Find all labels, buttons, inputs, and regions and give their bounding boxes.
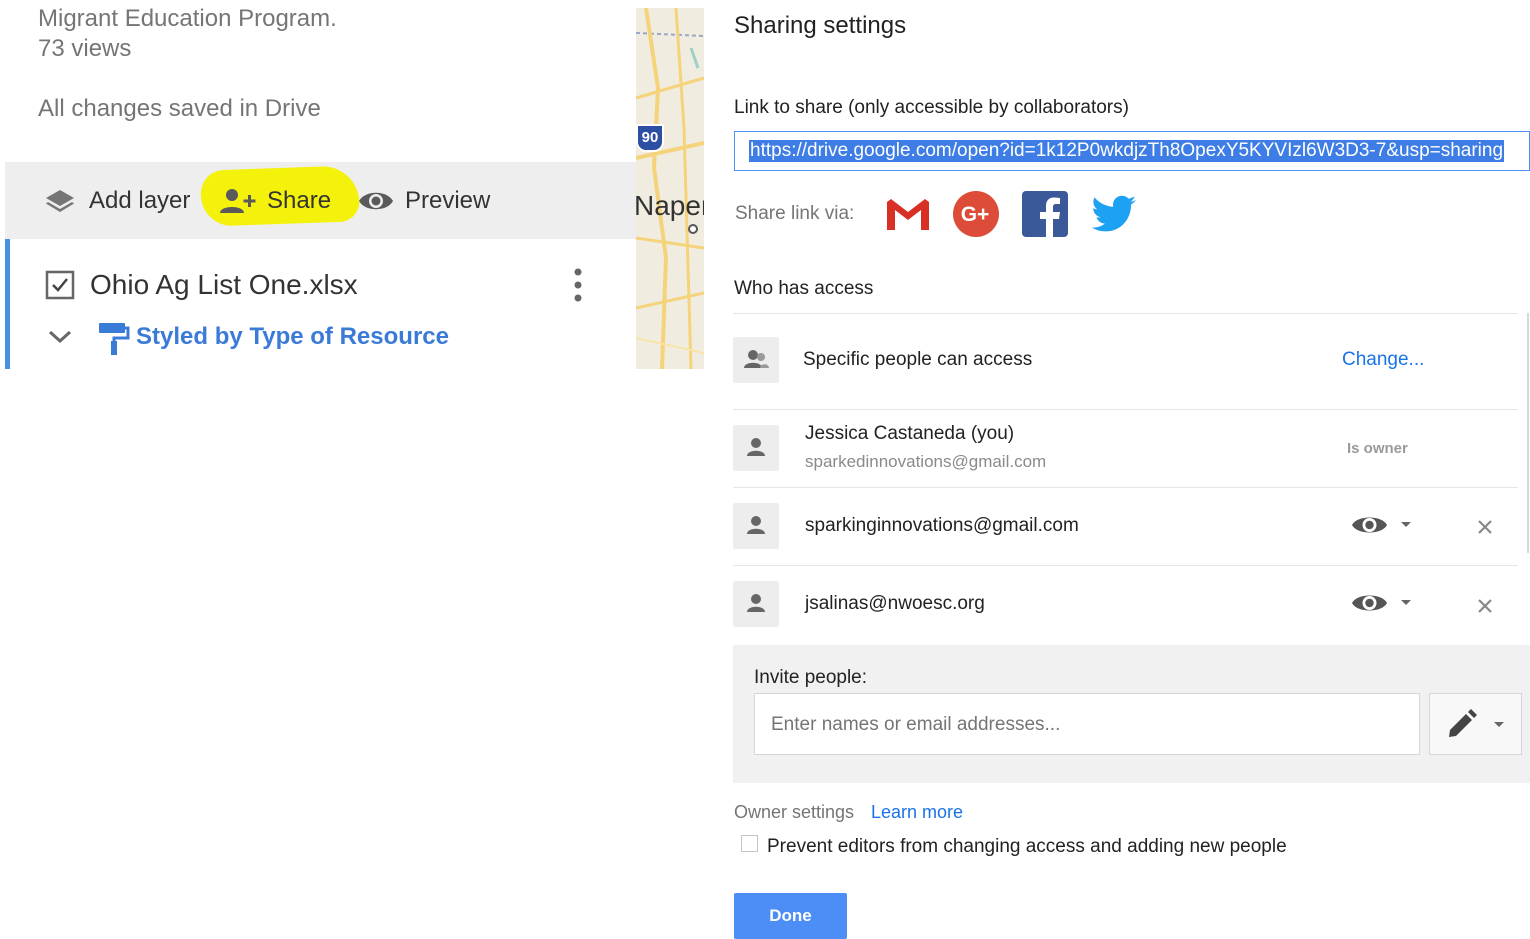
map-toolbar: Add layer Share Preview <box>5 162 636 239</box>
layers-icon <box>46 189 74 212</box>
person-email: sparkinginnovations@gmail.com <box>805 515 1079 536</box>
invite-placeholder: Enter names or email addresses... <box>771 714 1061 735</box>
permission-dropdown[interactable] <box>1351 512 1417 538</box>
avatar <box>733 581 779 627</box>
share-link-text[interactable]: https://drive.google.com/open?id=1k12P0w… <box>749 140 1505 162</box>
access-level-row: Specific people can access Change... <box>733 313 1518 410</box>
remove-person-icon[interactable] <box>1477 598 1493 614</box>
eye-icon <box>359 192 393 209</box>
share-label: Share <box>267 186 332 214</box>
chevron-down-icon[interactable] <box>47 329 73 345</box>
layer-style-link[interactable]: Styled by Type of Resource <box>136 323 449 351</box>
layer-card: Ohio Ag List One.xlsx Styled by Type of … <box>5 239 636 369</box>
share-link-field[interactable]: https://drive.google.com/open?id=1k12P0w… <box>734 131 1530 171</box>
person-icon <box>747 594 765 612</box>
invite-email-input[interactable]: Enter names or email addresses... <box>754 693 1420 755</box>
prevent-editors-checkbox[interactable] <box>741 835 758 852</box>
map-canvas[interactable]: 90 Naper <box>636 8 704 369</box>
twitter-icon[interactable] <box>1090 190 1138 238</box>
person-row: jsalinas@nwoesc.org <box>733 566 1518 645</box>
map-roads <box>636 8 704 369</box>
prevent-editors-label[interactable]: Prevent editors from changing access and… <box>767 836 1287 858</box>
owner-settings-label: Owner settings <box>734 802 855 822</box>
change-access-link[interactable]: Change... <box>1342 349 1424 371</box>
city-dot <box>688 224 698 234</box>
person-email: jsalinas@nwoesc.org <box>805 593 985 614</box>
view-count: 73 views <box>38 35 132 62</box>
person-row: sparkinginnovations@gmail.com <box>733 488 1518 566</box>
more-options-icon[interactable] <box>573 267 583 303</box>
paint-roller-icon <box>99 323 130 355</box>
facebook-icon[interactable] <box>1021 190 1069 238</box>
add-layer-button[interactable]: Add layer <box>43 162 190 239</box>
share-via-label: Share link via: <box>735 203 855 224</box>
access-level-text: Specific people can access <box>803 349 1033 370</box>
person-row-owner: Jessica Castaneda (you) sparkedinnovatio… <box>733 409 1518 488</box>
invite-label: Invite people: <box>754 667 868 688</box>
avatar <box>733 425 779 471</box>
preview-label: Preview <box>405 186 491 214</box>
owner-role-label: Is owner <box>1347 440 1408 457</box>
who-has-access-label: Who has access <box>734 278 874 299</box>
gmail-icon[interactable] <box>884 190 932 238</box>
invite-panel: Invite people: Enter names or email addr… <box>733 645 1530 783</box>
preview-button[interactable]: Preview <box>357 162 490 239</box>
person-icon <box>747 438 765 456</box>
google-plus-icon[interactable]: G+ <box>952 190 1000 238</box>
scrollbar-track[interactable] <box>1527 313 1529 553</box>
dialog-title: Sharing settings <box>734 12 907 39</box>
add-layer-label: Add layer <box>89 186 191 214</box>
people-icon <box>744 350 769 368</box>
person-name: Jessica Castaneda (you) <box>805 423 1015 444</box>
avatar <box>733 503 779 549</box>
save-status: All changes saved in Drive <box>38 95 321 122</box>
share-button[interactable]: Share <box>215 162 331 239</box>
permission-dropdown[interactable] <box>1351 590 1417 616</box>
layer-name[interactable]: Ohio Ag List One.xlsx <box>90 269 358 301</box>
pencil-icon <box>1449 709 1504 737</box>
remove-person-icon[interactable] <box>1477 519 1493 535</box>
done-button[interactable]: Done <box>734 893 847 939</box>
map-description: Migrant Education Program. <box>38 5 337 32</box>
layer-selected-bar <box>5 239 10 369</box>
highway-shield: 90 <box>636 124 664 152</box>
map-city-label: Naper <box>636 190 704 221</box>
group-avatar <box>733 337 779 383</box>
add-person-icon <box>220 188 256 213</box>
learn-more-link[interactable]: Learn more <box>871 802 963 823</box>
svg-text:G+: G+ <box>961 203 990 226</box>
layer-visibility-checkbox[interactable] <box>45 270 75 300</box>
person-icon <box>747 516 765 534</box>
person-email: sparkedinnovations@gmail.com <box>805 452 1047 471</box>
link-label: Link to share (only accessible by collab… <box>734 97 1129 118</box>
invite-permission-dropdown[interactable] <box>1429 693 1522 755</box>
